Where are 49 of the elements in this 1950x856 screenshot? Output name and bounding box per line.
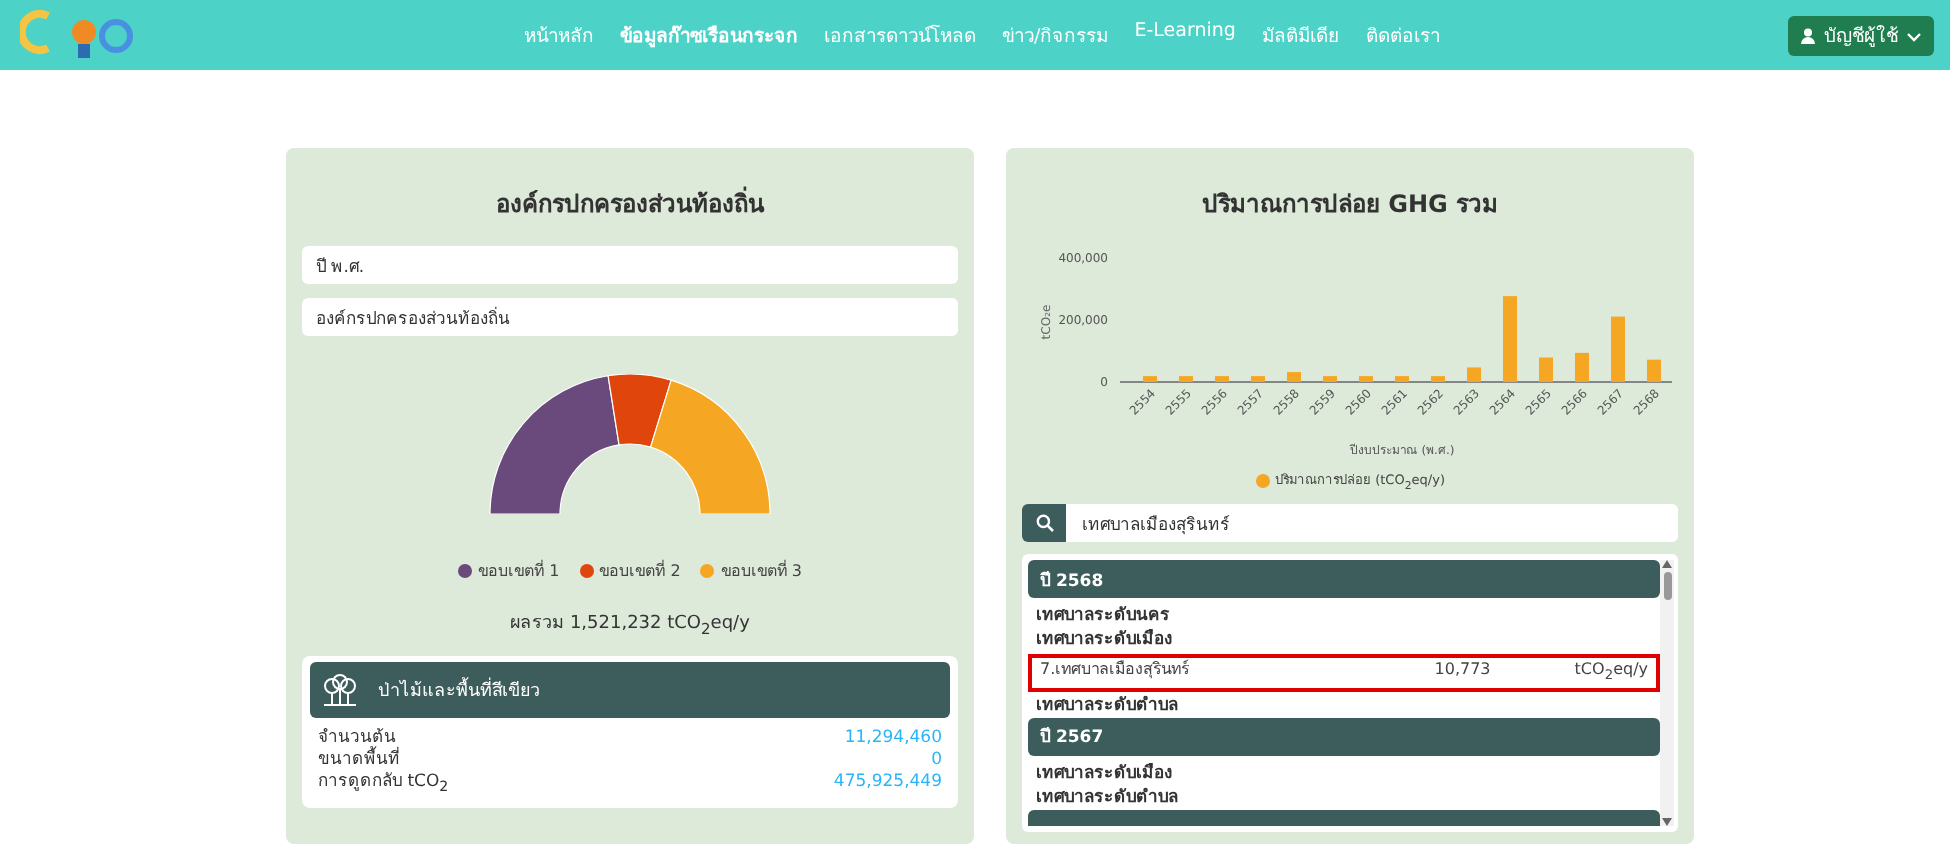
category-item[interactable]: เทศบาลระดับนคร <box>1028 604 1660 629</box>
stat-label: การดูดกลับ tCO$_{2}$ <box>318 771 449 797</box>
bar <box>1539 357 1553 382</box>
stat-label: ขนาดพื้นที่ <box>318 749 400 772</box>
result-row[interactable]: 7.เทศบาลเมืองสุรินทร์ 10,773 tCO$_{2}$eq/y <box>1028 654 1660 692</box>
bar <box>1647 359 1661 382</box>
year-header[interactable]: ปี 2568 <box>1028 560 1660 599</box>
scroll-down-icon[interactable] <box>1662 818 1672 826</box>
legend-item: ขอบเขตที่ 1 <box>458 558 560 584</box>
account-button[interactable]: บัญชีผู้ใช้ <box>1788 15 1934 55</box>
total-text: ผลรวม 1,521,232 tCO$_{2}$eq/y <box>508 612 752 638</box>
stat-value: 475,925,449 <box>833 771 942 796</box>
user-icon <box>1800 27 1816 43</box>
year-header[interactable]: ปี 2567 <box>1028 717 1660 756</box>
select-field[interactable]: ปี พ.ศ. <box>302 246 958 284</box>
bar <box>1179 376 1193 382</box>
bar <box>1359 376 1373 382</box>
trees-icon <box>322 673 358 706</box>
legend-item: ขอบเขตที่ 3 <box>700 558 802 584</box>
bar <box>1215 376 1229 382</box>
category-item[interactable]: เทศบาลระดับตำบล <box>1028 785 1660 810</box>
bar <box>1287 372 1301 382</box>
stat-label: จำนวนต้น <box>318 727 396 748</box>
bar <box>1611 316 1625 382</box>
category-item[interactable]: เทศบาลระดับเมือง <box>1028 628 1660 653</box>
legend-item: ขอบเขตที่ 2 <box>579 558 681 584</box>
bar <box>1143 376 1157 382</box>
select-field[interactable]: องค์กรปกครองส่วนท้องถิ่น <box>302 298 958 336</box>
bar <box>1467 367 1481 382</box>
category-item[interactable]: เทศบาลระดับตำบล <box>1028 693 1660 718</box>
search-field[interactable]: เทศบาลเมืองสุรินทร์ <box>1066 504 1678 543</box>
search-icon <box>1035 514 1053 533</box>
category-item[interactable]: เทศบาลระดับเมือง <box>1028 761 1660 786</box>
stat-value: 0 <box>931 749 942 772</box>
bar <box>1575 352 1589 382</box>
panel-title: ปริมาณการปล่อย GHG รวม <box>1199 188 1501 222</box>
bar <box>1323 376 1337 382</box>
logo <box>20 9 136 61</box>
bar <box>1503 296 1517 382</box>
bar <box>1431 376 1445 382</box>
search-button[interactable] <box>1022 504 1066 543</box>
forest-header: ป่าไม้และพื้นที่สีเขียว <box>310 661 950 718</box>
panel-title: องค์กรปกครองส่วนท้องถิ่น <box>494 184 767 222</box>
bar <box>1251 376 1265 382</box>
bar <box>1395 376 1409 382</box>
scrollbar[interactable] <box>1660 560 1674 826</box>
caret-icon <box>1906 27 1922 43</box>
stat-value: 11,294,460 <box>844 727 942 750</box>
year-header[interactable] <box>1028 809 1660 826</box>
